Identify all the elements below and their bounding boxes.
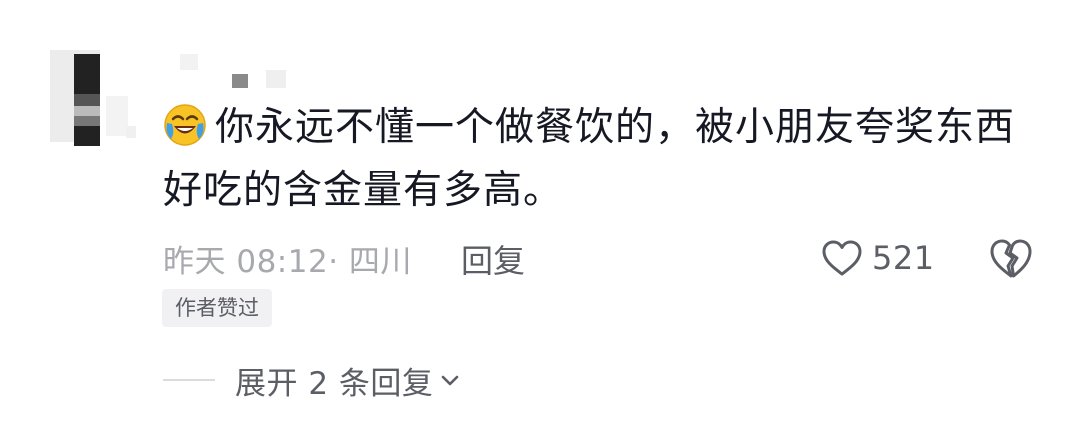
author-liked-badge: 作者赞过 xyxy=(162,289,272,327)
heart-outline-icon xyxy=(822,240,862,276)
expand-replies-label: 展开 2 条回复 xyxy=(235,365,434,402)
divider-line xyxy=(163,379,215,381)
like-button[interactable]: 521 xyxy=(820,233,935,283)
expand-replies-button[interactable]: 展开 2 条回复 xyxy=(163,358,461,402)
face-with-tears-of-joy-emoji xyxy=(164,104,206,146)
comment-time-location: 昨天 08:12· 四川 xyxy=(163,244,412,280)
reply-button[interactable]: 回复 xyxy=(461,236,525,282)
comment-body: 你永远不懂一个做餐饮的，被小朋友夸奖东西好吃的含金量有多高。 xyxy=(163,105,1016,213)
like-count: 521 xyxy=(872,239,935,277)
broken-heart-icon[interactable] xyxy=(988,236,1034,280)
comment-text: 你永远不懂一个做餐饮的，被小朋友夸奖东西好吃的含金量有多高。 xyxy=(163,96,1043,222)
chevron-down-icon xyxy=(442,375,459,386)
username[interactable] xyxy=(170,52,320,88)
avatar[interactable] xyxy=(50,50,150,146)
